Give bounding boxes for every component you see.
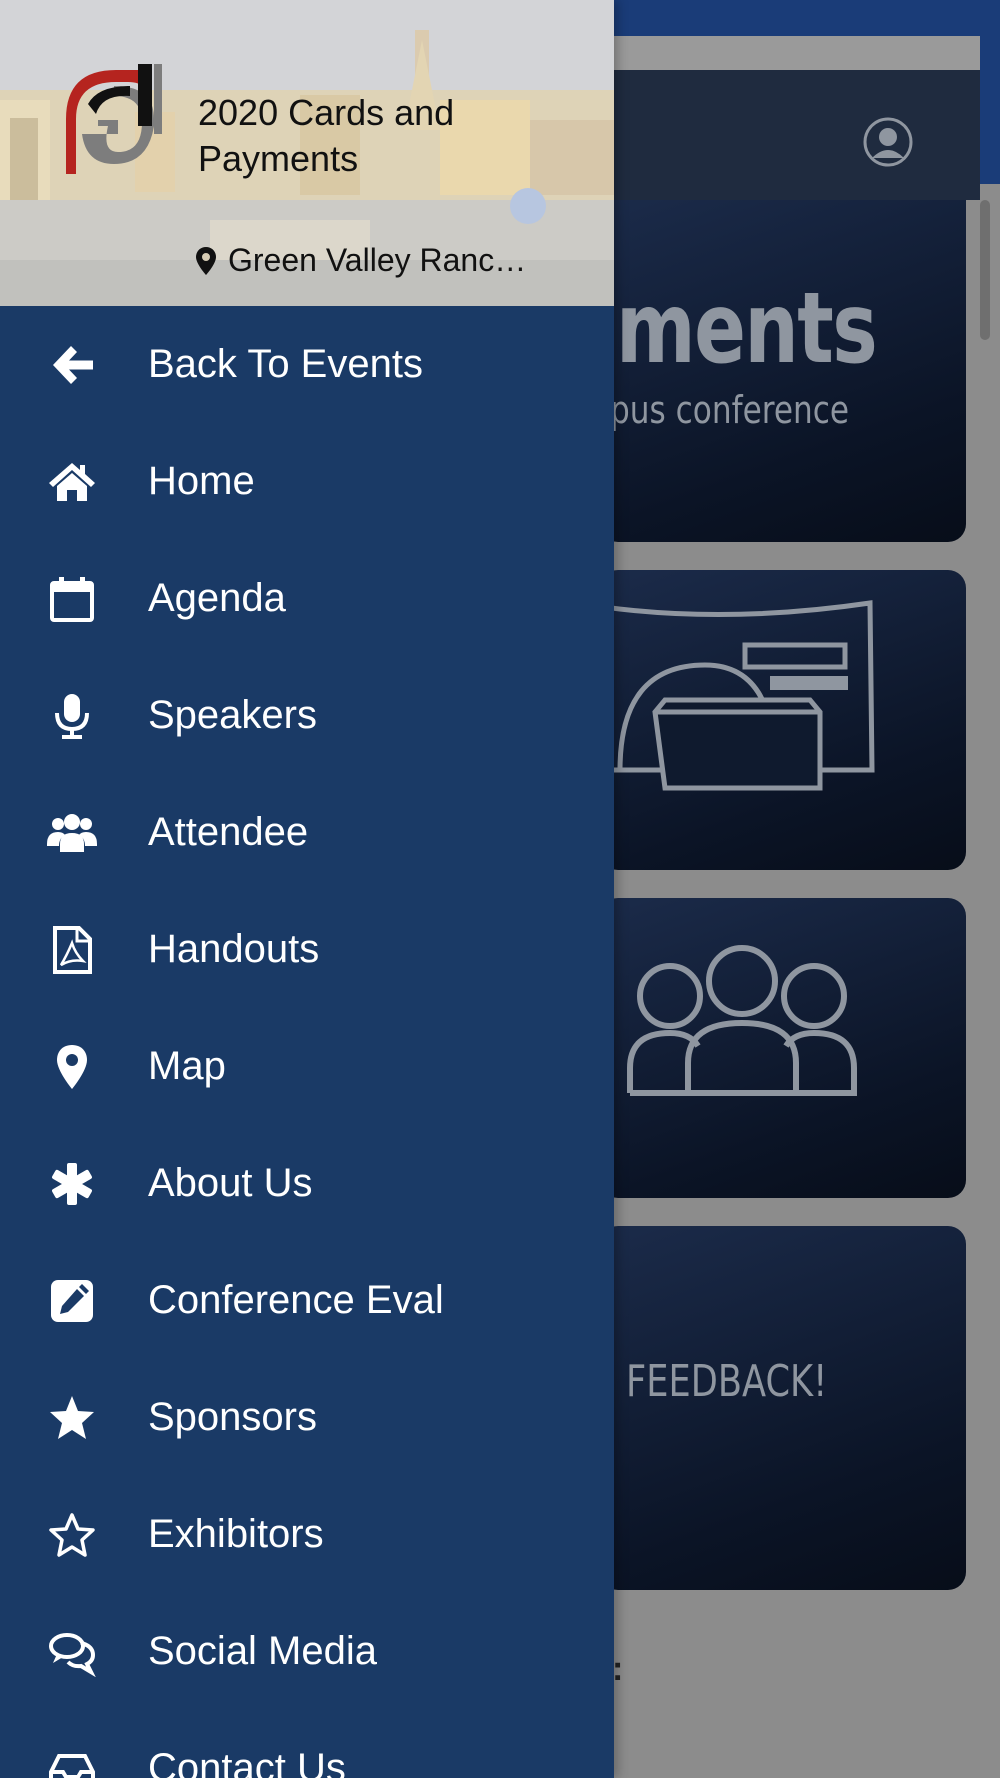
microphone-icon	[44, 688, 100, 744]
menu-item-label: Contact Us	[148, 1746, 346, 1778]
menu-item-label: Sponsors	[148, 1395, 317, 1439]
banner-title: ments	[616, 272, 878, 386]
menu-item-conference-eval[interactable]: Conference Eval	[0, 1242, 614, 1359]
menu-item-label: Conference Eval	[148, 1278, 444, 1322]
menu-item-handouts[interactable]: Handouts	[0, 891, 614, 1008]
menu-item-contact-us[interactable]: Contact Us	[0, 1710, 614, 1778]
location-text: Green Valley Ranc…	[228, 242, 527, 278]
calendar-icon	[44, 571, 100, 627]
menu-item-label: Attendee	[148, 810, 309, 854]
drawer-menu: Back To Events Home Agenda Speakers Atte	[0, 306, 614, 1778]
event-logo	[66, 64, 162, 174]
edit-icon	[44, 1273, 100, 1329]
menu-item-label: Speakers	[148, 693, 317, 737]
people-group-icon	[627, 945, 857, 1096]
menu-item-label: Back To Events	[148, 342, 423, 386]
navigation-drawer: 2020 Cards and Payments Green Valley Ran…	[0, 0, 614, 1778]
menu-item-label: Handouts	[148, 927, 320, 971]
menu-item-home[interactable]: Home	[0, 423, 614, 540]
menu-item-label: Map	[148, 1044, 226, 1088]
menu-item-sponsors[interactable]: Sponsors	[0, 1359, 614, 1476]
menu-item-label: Agenda	[148, 576, 286, 620]
top-bar-strip	[610, 36, 980, 74]
location-pin-icon	[196, 246, 216, 275]
menu-item-label: About Us	[148, 1161, 313, 1205]
conference-banner-card[interactable]: ments pus conference	[600, 200, 966, 542]
arrow-left-icon	[44, 337, 100, 393]
map-pin-icon	[44, 1039, 100, 1095]
star-outline-icon	[44, 1507, 100, 1563]
drawer-header: 2020 Cards and Payments Green Valley Ran…	[0, 0, 614, 306]
star-filled-icon	[44, 1390, 100, 1446]
feedback-label: FEEDBACK!	[626, 1356, 828, 1407]
menu-item-speakers[interactable]: Speakers	[0, 657, 614, 774]
contact-icon	[44, 1741, 100, 1778]
pdf-file-icon	[44, 922, 100, 978]
menu-item-agenda[interactable]: Agenda	[0, 540, 614, 657]
scrollbar[interactable]	[980, 200, 990, 340]
banner-subtitle: pus conference	[610, 388, 850, 432]
chat-bubbles-icon	[44, 1624, 100, 1680]
home-icon	[44, 454, 100, 510]
menu-item-exhibitors[interactable]: Exhibitors	[0, 1476, 614, 1593]
user-profile-icon[interactable]	[862, 116, 914, 168]
presentation-icon	[600, 600, 875, 791]
event-title: 2020 Cards and Payments	[198, 92, 455, 179]
asterisk-icon	[44, 1156, 100, 1212]
menu-item-label: Home	[148, 459, 255, 503]
menu-item-social-media[interactable]: Social Media	[0, 1593, 614, 1710]
menu-item-map[interactable]: Map	[0, 1008, 614, 1125]
menu-item-back-to-events[interactable]: Back To Events	[0, 306, 614, 423]
presentation-tile[interactable]	[600, 570, 966, 870]
users-icon	[44, 805, 100, 861]
event-location: Green Valley Ranc…	[196, 242, 526, 279]
feedback-tile[interactable]: FEEDBACK!	[600, 1226, 966, 1590]
menu-item-attendee[interactable]: Attendee	[0, 774, 614, 891]
attendees-tile[interactable]	[600, 898, 966, 1198]
menu-item-label: Exhibitors	[148, 1512, 324, 1556]
app-header-panel	[600, 70, 980, 200]
menu-item-label: Social Media	[148, 1629, 378, 1673]
menu-item-about-us[interactable]: About Us	[0, 1125, 614, 1242]
